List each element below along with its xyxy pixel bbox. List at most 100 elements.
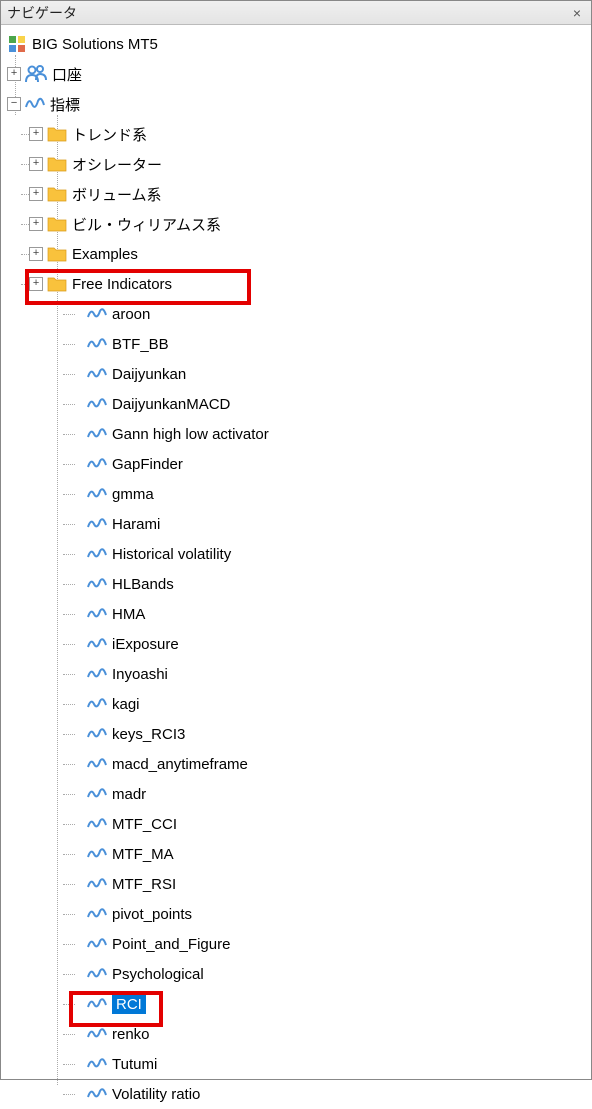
tree-item-label: MTF_RSI [112, 876, 176, 893]
indicator-icon [87, 816, 107, 832]
tree-indicator[interactable]: DaijyunkanMACD [7, 389, 591, 419]
tree-item-label: kagi [112, 696, 140, 713]
tree-indicator[interactable]: Gann high low activator [7, 419, 591, 449]
indicator-icon [87, 936, 107, 952]
tree-item-label: トレンド系 [72, 124, 147, 145]
tree-indicator[interactable]: HMA [7, 599, 591, 629]
tree-item-label: keys_RCI3 [112, 726, 185, 743]
tree-indicator[interactable]: macd_anytimeframe [7, 749, 591, 779]
indicator-icon [87, 906, 107, 922]
tree-indicator[interactable]: pivot_points [7, 899, 591, 929]
expand-icon[interactable]: + [29, 247, 43, 261]
expand-icon[interactable]: + [29, 127, 43, 141]
tree-indicator[interactable]: MTF_CCI [7, 809, 591, 839]
tree-folder[interactable]: + Free Indicators [7, 269, 591, 299]
tree-indicator[interactable]: MTF_RSI [7, 869, 591, 899]
folder-icon [47, 246, 67, 262]
tree-root[interactable]: BIG Solutions MT5 [7, 29, 591, 59]
tree-item-accounts[interactable]: + 口座 [7, 59, 591, 89]
tree-item-label: Harami [112, 516, 160, 533]
expand-icon[interactable]: + [29, 217, 43, 231]
tree-item-label: オシレーター [72, 154, 162, 175]
tree-item-label: HLBands [112, 576, 174, 593]
indicator-icon [87, 996, 107, 1012]
indicator-icon [87, 786, 107, 802]
expand-icon[interactable]: + [7, 67, 21, 81]
tree-indicator[interactable]: Psychological [7, 959, 591, 989]
indicator-icon [87, 726, 107, 742]
tree-indicator[interactable]: gmma [7, 479, 591, 509]
tree-indicator[interactable]: kagi [7, 689, 591, 719]
indicator-icon [25, 95, 45, 113]
indicator-icon [87, 696, 107, 712]
tree-indicator[interactable]: Point_and_Figure [7, 929, 591, 959]
tree-item-label: Historical volatility [112, 546, 231, 563]
tree-item-label: iExposure [112, 636, 179, 653]
tree-indicator[interactable]: RCI [7, 989, 591, 1019]
tree-indicator[interactable]: Daijyunkan [7, 359, 591, 389]
panel-titlebar: ナビゲータ × [1, 1, 591, 25]
indicator-icon [87, 1056, 107, 1072]
tree-indicator[interactable]: iExposure [7, 629, 591, 659]
folder-icon [47, 216, 67, 232]
tree-item-label: Tutumi [112, 1056, 157, 1073]
indicator-icon [87, 1086, 107, 1102]
tree-item-label: renko [112, 1026, 150, 1043]
expand-icon[interactable]: + [29, 157, 43, 171]
tree-indicator[interactable]: Volatility ratio [7, 1079, 591, 1109]
tree-item-label: RCI [112, 995, 146, 1014]
tree-item-label: DaijyunkanMACD [112, 396, 230, 413]
tree-indicator[interactable]: keys_RCI3 [7, 719, 591, 749]
tree-item-label: ビル・ウィリアムス系 [72, 214, 221, 235]
collapse-icon[interactable]: − [7, 97, 21, 111]
tree-indicator[interactable]: aroon [7, 299, 591, 329]
tree-item-label: Gann high low activator [112, 426, 269, 443]
indicator-icon [87, 606, 107, 622]
tree-item-indicators[interactable]: − 指標 [7, 89, 591, 119]
tree-item-label: Free Indicators [72, 276, 172, 293]
tree-item-label: Inyoashi [112, 666, 168, 683]
tree-item-label: gmma [112, 486, 154, 503]
indicator-icon [87, 546, 107, 562]
tree-folder[interactable]: + ビル・ウィリアムス系 [7, 209, 591, 239]
tree-indicator[interactable]: renko [7, 1019, 591, 1049]
indicator-icon [87, 966, 107, 982]
tree-indicator[interactable]: MTF_MA [7, 839, 591, 869]
accounts-icon [25, 64, 47, 84]
tree-item-label: macd_anytimeframe [112, 756, 248, 773]
tree-indicator[interactable]: madr [7, 779, 591, 809]
tree-item-label: ボリューム系 [72, 184, 162, 205]
tree-indicator[interactable]: Inyoashi [7, 659, 591, 689]
indicator-icon [87, 486, 107, 502]
panel-title: ナビゲータ [7, 3, 77, 23]
indicator-icon [87, 306, 107, 322]
indicator-icon [87, 636, 107, 652]
indicator-icon [87, 396, 107, 412]
tree-item-label: pivot_points [112, 906, 192, 923]
tree-item-label: aroon [112, 306, 150, 323]
tree-item-label: 口座 [52, 64, 82, 85]
expand-icon[interactable]: + [29, 187, 43, 201]
folder-icon [47, 156, 67, 172]
tree-folder[interactable]: + ボリューム系 [7, 179, 591, 209]
tree-indicator[interactable]: Tutumi [7, 1049, 591, 1079]
tree-indicator[interactable]: Harami [7, 509, 591, 539]
tree-item-label: BTF_BB [112, 336, 169, 353]
tree-indicator[interactable]: HLBands [7, 569, 591, 599]
tree-indicator[interactable]: Historical volatility [7, 539, 591, 569]
tree-folder[interactable]: + Examples [7, 239, 591, 269]
tree-indicator[interactable]: GapFinder [7, 449, 591, 479]
indicator-icon [87, 516, 107, 532]
indicator-icon [87, 336, 107, 352]
expand-icon[interactable]: + [29, 277, 43, 291]
close-icon[interactable]: × [569, 5, 585, 21]
tree-item-label: Volatility ratio [112, 1086, 200, 1103]
tree-item-label: MTF_MA [112, 846, 174, 863]
tree-folder[interactable]: + トレンド系 [7, 119, 591, 149]
tree-item-label: 指標 [50, 94, 80, 115]
indicator-icon [87, 666, 107, 682]
tree-folder[interactable]: + オシレーター [7, 149, 591, 179]
tree-item-label: Examples [72, 246, 138, 263]
tree-indicator[interactable]: BTF_BB [7, 329, 591, 359]
tree-item-label: HMA [112, 606, 145, 623]
